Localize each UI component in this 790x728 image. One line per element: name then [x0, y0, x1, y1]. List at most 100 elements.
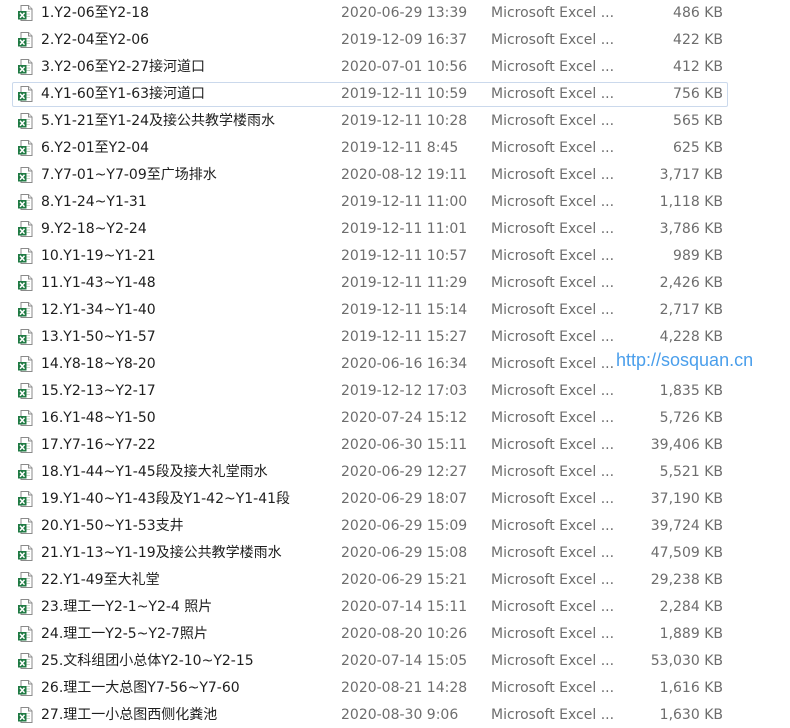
file-row[interactable]: 14.Y8-18~Y8-20 2020-06-16 16:34 Microsof… [12, 352, 728, 377]
file-type: Microsoft Excel ... [491, 329, 615, 345]
excel-file-icon [17, 328, 35, 346]
file-row[interactable]: 5.Y1-21至Y1-24及接公共教学楼雨水 2019-12-11 10:28 … [12, 109, 728, 134]
file-date-modified: 2019-12-11 11:00 [341, 194, 468, 210]
file-name: 11.Y1-43~Y1-48 [41, 275, 156, 291]
file-row[interactable]: 25.文科组团小总体Y2-10~Y2-15 2020-07-14 15:05 M… [12, 649, 728, 674]
file-date-modified: 2020-07-24 15:12 [341, 410, 468, 426]
file-name: 15.Y2-13~Y2-17 [41, 383, 156, 399]
file-size: 422 KB [673, 32, 723, 48]
file-size: 5,521 KB [659, 464, 723, 480]
file-name: 10.Y1-19~Y1-21 [41, 248, 156, 264]
file-size: 39,406 KB [650, 437, 723, 453]
file-name: 16.Y1-48~Y1-50 [41, 410, 156, 426]
file-type: Microsoft Excel ... [491, 275, 615, 291]
file-row[interactable]: 26.理工一大总图Y7-56~Y7-60 2020-08-21 14:28 Mi… [12, 676, 728, 701]
file-type: Microsoft Excel ... [491, 491, 615, 507]
file-row[interactable]: 2.Y2-04至Y2-06 2019-12-09 16:37 Microsoft… [12, 28, 728, 53]
file-type: Microsoft Excel ... [491, 248, 615, 264]
file-row[interactable]: 11.Y1-43~Y1-48 2019-12-11 11:29 Microsof… [12, 271, 728, 296]
excel-file-icon [17, 247, 35, 265]
file-size: 2,426 KB [659, 275, 723, 291]
file-row[interactable]: 12.Y1-34~Y1-40 2019-12-11 15:14 Microsof… [12, 298, 728, 323]
file-name: 21.Y1-13~Y1-19及接公共教学楼雨水 [41, 545, 282, 561]
file-row[interactable]: 1.Y2-06至Y2-18 2020-06-29 13:39 Microsoft… [12, 1, 728, 26]
file-row[interactable]: 9.Y2-18~Y2-24 2019-12-11 11:01 Microsoft… [12, 217, 728, 242]
file-row[interactable]: 22.Y1-49至大礼堂 2020-06-29 15:21 Microsoft … [12, 568, 728, 593]
file-row[interactable]: 10.Y1-19~Y1-21 2019-12-11 10:57 Microsof… [12, 244, 728, 269]
file-size: 989 KB [673, 248, 723, 264]
excel-file-icon [17, 571, 35, 589]
file-name: 12.Y1-34~Y1-40 [41, 302, 156, 318]
file-row[interactable]: 21.Y1-13~Y1-19及接公共教学楼雨水 2020-06-29 15:08… [12, 541, 728, 566]
file-list: 1.Y2-06至Y2-18 2020-06-29 13:39 Microsoft… [0, 0, 790, 727]
excel-file-icon [17, 490, 35, 508]
file-date-modified: 2020-08-12 19:11 [341, 167, 468, 183]
file-size: 29,238 KB [650, 572, 723, 588]
file-date-modified: 2019-12-11 10:59 [341, 86, 468, 102]
file-size: 565 KB [673, 113, 723, 129]
excel-file-icon [17, 706, 35, 724]
file-type: Microsoft Excel ... [491, 221, 615, 237]
excel-file-icon [17, 58, 35, 76]
file-row[interactable]: 7.Y7-01~Y7-09至广场排水 2020-08-12 19:11 Micr… [12, 163, 728, 188]
file-size: 53,030 KB [650, 653, 723, 669]
excel-file-icon [17, 544, 35, 562]
file-name: 3.Y2-06至Y2-27接河道口 [41, 59, 206, 75]
file-row[interactable]: 23.理工一Y2-1~Y2-4 照片 2020-07-14 15:11 Micr… [12, 595, 728, 620]
file-name: 4.Y1-60至Y1-63接河道口 [41, 86, 206, 102]
file-size: 1,118 KB [659, 194, 723, 210]
file-size: 37,190 KB [650, 491, 723, 507]
file-type: Microsoft Excel ... [491, 140, 615, 156]
file-type: Microsoft Excel ... [491, 464, 615, 480]
file-name: 19.Y1-40~Y1-43段及Y1-42~Y1-41段 [41, 491, 291, 507]
file-name: 9.Y2-18~Y2-24 [41, 221, 147, 237]
file-type: Microsoft Excel ... [491, 437, 615, 453]
file-date-modified: 2020-06-29 12:27 [341, 464, 468, 480]
file-row[interactable]: 3.Y2-06至Y2-27接河道口 2020-07-01 10:56 Micro… [12, 55, 728, 80]
file-row[interactable]: 27.理工一小总图西侧化粪池 2020-08-30 9:06 Microsoft… [12, 703, 728, 728]
file-row[interactable]: 6.Y2-01至Y2-04 2019-12-11 8:45 Microsoft … [12, 136, 728, 161]
file-date-modified: 2020-07-01 10:56 [341, 59, 468, 75]
file-size: 625 KB [673, 140, 723, 156]
file-name: 26.理工一大总图Y7-56~Y7-60 [41, 680, 240, 696]
file-type: Microsoft Excel ... [491, 194, 615, 210]
file-date-modified: 2020-08-30 9:06 [341, 707, 459, 723]
file-size: 412 KB [673, 59, 723, 75]
file-date-modified: 2020-06-29 18:07 [341, 491, 468, 507]
file-size: 4,228 KB [659, 329, 723, 345]
file-date-modified: 2019-12-11 15:27 [341, 329, 468, 345]
file-name: 13.Y1-50~Y1-57 [41, 329, 156, 345]
file-date-modified: 2020-08-20 10:26 [341, 626, 468, 642]
file-type: Microsoft Excel ... [491, 518, 615, 534]
file-row[interactable]: 16.Y1-48~Y1-50 2020-07-24 15:12 Microsof… [12, 406, 728, 431]
file-row[interactable]: 13.Y1-50~Y1-57 2019-12-11 15:27 Microsof… [12, 325, 728, 350]
file-type: Microsoft Excel ... [491, 167, 615, 183]
file-date-modified: 2019-12-11 10:57 [341, 248, 468, 264]
file-size: 2,717 KB [659, 302, 723, 318]
file-row[interactable]: 15.Y2-13~Y2-17 2019-12-12 17:03 Microsof… [12, 379, 728, 404]
file-date-modified: 2019-12-11 11:29 [341, 275, 468, 291]
file-size: 47,509 KB [650, 545, 723, 561]
file-row[interactable]: 4.Y1-60至Y1-63接河道口 2019-12-11 10:59 Micro… [12, 82, 728, 107]
file-row[interactable]: 18.Y1-44~Y1-45段及接大礼堂雨水 2020-06-29 12:27 … [12, 460, 728, 485]
file-size: 1,835 KB [659, 383, 723, 399]
file-row[interactable]: 20.Y1-50~Y1-53支井 2020-06-29 15:09 Micros… [12, 514, 728, 539]
excel-file-icon [17, 436, 35, 454]
file-row[interactable]: 19.Y1-40~Y1-43段及Y1-42~Y1-41段 2020-06-29 … [12, 487, 728, 512]
file-type: Microsoft Excel ... [491, 707, 615, 723]
excel-file-icon [17, 517, 35, 535]
file-row[interactable]: 24.理工一Y2-5~Y2-7照片 2020-08-20 10:26 Micro… [12, 622, 728, 647]
file-size: 1,616 KB [659, 680, 723, 696]
file-size: 39,724 KB [650, 518, 723, 534]
file-type: Microsoft Excel ... [491, 410, 615, 426]
file-type: Microsoft Excel ... [491, 653, 615, 669]
file-row[interactable]: 17.Y7-16~Y7-22 2020-06-30 15:11 Microsof… [12, 433, 728, 458]
file-row[interactable]: 8.Y1-24~Y1-31 2019-12-11 11:00 Microsoft… [12, 190, 728, 215]
file-date-modified: 2020-06-29 15:09 [341, 518, 468, 534]
excel-file-icon [17, 409, 35, 427]
file-size: 5,726 KB [659, 410, 723, 426]
file-size: 2,284 KB [659, 599, 723, 615]
excel-file-icon [17, 382, 35, 400]
file-type: Microsoft Excel ... [491, 626, 615, 642]
excel-file-icon [17, 4, 35, 22]
